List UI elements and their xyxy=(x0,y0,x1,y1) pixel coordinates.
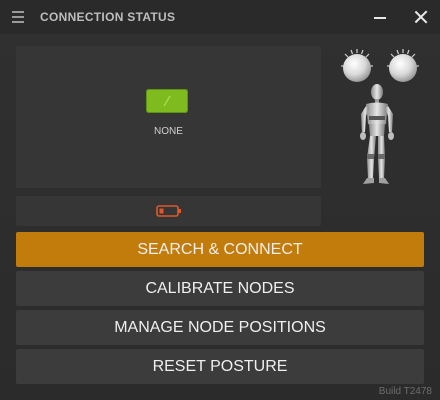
humanoid-figure-icon xyxy=(360,84,394,184)
build-label: Build T2478 xyxy=(378,386,432,397)
hamburger-menu-icon[interactable] xyxy=(12,11,24,23)
title-bar: CONNECTION STATUS xyxy=(0,0,440,34)
search-connect-button[interactable]: SEARCH & CONNECT xyxy=(16,232,424,267)
manage-node-positions-button[interactable]: MANAGE NODE POSITIONS xyxy=(16,310,424,345)
sensor-figure-area xyxy=(341,49,419,184)
dial-knob-icon xyxy=(387,49,419,82)
low-battery-icon xyxy=(156,205,181,217)
connection-status-icon xyxy=(146,89,188,113)
calibrate-nodes-button[interactable]: CALIBRATE NODES xyxy=(16,271,424,306)
app-window: CONNECTION STATUS NONE SEARCH & CONNECT … xyxy=(0,0,440,400)
connection-status-panel: NONE xyxy=(16,46,321,188)
battery-panel xyxy=(16,196,321,226)
minimize-icon[interactable] xyxy=(374,17,386,19)
dial-knob-icon xyxy=(341,49,373,82)
reset-posture-button[interactable]: RESET POSTURE xyxy=(16,349,424,384)
close-icon[interactable] xyxy=(412,8,430,26)
window-title: CONNECTION STATUS xyxy=(40,10,176,24)
connection-status-label: NONE xyxy=(154,126,183,137)
